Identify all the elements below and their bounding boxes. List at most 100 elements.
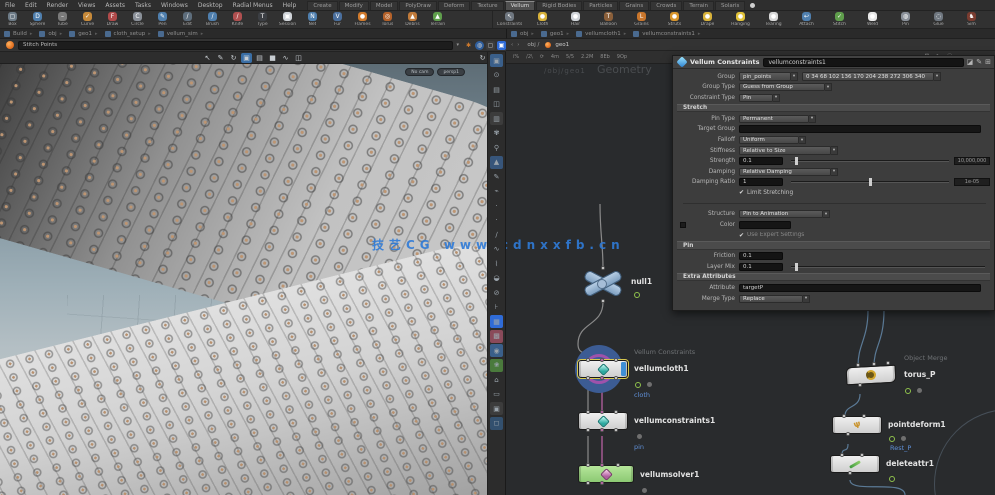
network-menu-item[interactable]: 5/5 [566,54,574,60]
viewport-option-icon[interactable]: · [490,214,503,227]
camera-pill[interactable]: persp1 [437,68,465,76]
scene-viewport[interactable]: No campersp1 [0,64,487,495]
menu-item[interactable]: Assets [100,2,130,9]
viewport-tool-icon[interactable]: ∿ [280,53,291,63]
network-menu-item[interactable]: ⟳ [540,54,544,60]
shelf-tab[interactable]: Vellum [505,1,536,10]
shelf-tool[interactable]: ▲ Terrain [425,12,450,27]
shelf-tool[interactable]: ✓ Stitch [823,12,856,27]
slider-track[interactable] [791,266,985,268]
dropdown[interactable]: Permanent [739,115,809,123]
viewport-option-icon[interactable]: ▣ [490,54,503,67]
dropdown-arrow-icon[interactable]: ▾ [934,72,941,80]
node-deleteattr1[interactable]: deleteattr1 [830,455,880,473]
shelf-tool[interactable]: T Type [250,12,275,27]
shelf-tool[interactable]: T Balloon [592,12,625,27]
viewport-tool-icon[interactable]: ■ [267,53,278,63]
box-icon[interactable]: ▢ [486,41,495,50]
viewport-option-icon[interactable]: ⊦ [490,301,503,314]
shelf-tab[interactable]: Modify [339,1,369,10]
viewport-option-icon[interactable]: ▥ [490,112,503,125]
shelf-tool[interactable]: D Sphere [25,12,50,27]
breadcrumb-item[interactable]: Build [13,31,27,37]
viewport-option-icon[interactable]: ∿ [490,243,503,256]
network-menu-item[interactable]: 4m [551,54,559,60]
shelf-tab[interactable]: Terrain [683,1,714,10]
shelf-tool[interactable]: ▢ Box [0,12,25,27]
dropdown[interactable]: Relative Damping [739,168,831,176]
node-vellumsolver1[interactable]: vellumsolver1 [578,465,634,483]
dropdown-arrow-icon[interactable]: ▾ [809,115,816,123]
shelf-tool[interactable]: ↩ Attach [790,12,823,27]
shelf-tool[interactable]: L Grains [625,12,658,27]
shelf-tool[interactable]: N Net [300,12,325,27]
node-body[interactable] [830,455,880,473]
dropdown[interactable]: Relative to Size [739,146,831,154]
viewport-option-icon[interactable]: ⚲ [490,141,503,154]
shelf-tab[interactable]: Rigid Bodies [536,1,582,10]
node-torus-p[interactable]: Object Merge torus_P [846,366,896,384]
dropdown[interactable]: Pin to Animation [739,210,823,218]
paw-icon[interactable]: ✱ [464,41,473,50]
shelf-tab[interactable]: Texture [471,1,503,10]
viewport-option-icon[interactable]: ✎ [490,170,503,183]
menu-item[interactable]: Desktop [193,2,228,9]
viewport-tool-icon[interactable]: ✎ [215,53,226,63]
menu-item[interactable]: Help [278,2,302,9]
shelf-tool[interactable]: – Tube [50,12,75,27]
node-name-field[interactable]: vellumconstraints1 [763,58,963,67]
dropdown-arrow-icon[interactable]: ▾ [773,94,780,102]
dropdown[interactable]: Pin [739,94,773,102]
menu-item[interactable]: Edit [20,2,42,9]
dropdown[interactable]: Uniform [739,136,799,144]
network-path-current[interactable]: geo1 [555,42,569,48]
nav-forward-icon[interactable]: › [517,42,519,48]
display-badge[interactable] [905,388,911,394]
network-menu-item[interactable]: 8Eb [600,54,610,60]
slider-handle[interactable] [795,157,798,165]
menu-item[interactable]: Views [73,2,100,9]
display-badge[interactable] [635,382,641,388]
viewport-option-icon[interactable]: ◻ [490,417,503,430]
text-field[interactable]: targetP [739,284,981,292]
panel-toggle-icon[interactable]: ▣ [497,41,506,50]
viewport-option-icon[interactable]: ▩ [490,330,503,343]
viewport-option-icon[interactable]: ⊘ [490,286,503,299]
dropdown-secondary[interactable]: 0 34 68 102 136 170 204 238 272 306 340 [802,72,934,80]
parameter-header-icon[interactable]: ⊞ [985,58,991,66]
dropdown-arrow-icon[interactable]: ▾ [825,83,832,91]
text-field[interactable] [739,125,981,133]
breadcrumb-item[interactable]: cloth_setup [114,31,146,37]
viewport-option-icon[interactable]: ◉ [490,344,503,357]
viewport-option-icon[interactable]: ◒ [490,272,503,285]
shelf-tool[interactable]: V Fur [325,12,350,27]
section-header[interactable]: Stretch [677,104,990,113]
dropdown-arrow-icon[interactable]: ▾ [791,72,798,80]
shelf-tool[interactable]: ● Struts [658,12,691,27]
current-tool-field[interactable]: Stitch Points [18,41,453,50]
menu-item[interactable]: Radial Menus [228,2,278,9]
breadcrumb-item[interactable]: vellumcloth1 [585,31,621,37]
network-menu-item[interactable]: i% [513,54,519,60]
shelf-tab[interactable]: Deform [438,1,470,10]
viewport-option-icon[interactable]: ⊙ [490,69,503,82]
shelf-tool[interactable]: F Draw [100,12,125,27]
shelf-tool[interactable]: ● Tearing [757,12,790,27]
shelf-tool[interactable]: ● Flames [350,12,375,27]
viewport-tool-icon[interactable]: ◫ [293,53,304,63]
shelf-tool[interactable]: ● Drape [691,12,724,27]
shelf-tool[interactable]: / Edit [175,12,200,27]
shelf-tab[interactable]: Model [370,1,399,10]
breadcrumb-item[interactable]: obj [48,31,56,37]
lock-badge[interactable] [917,388,922,393]
viewport-option-icon[interactable]: ✾ [490,127,503,140]
viewport-tool-icon[interactable]: ↖ [202,53,213,63]
shelf-tool[interactable]: ● Hair [559,12,592,27]
viewport-option-icon[interactable]: ▤ [490,83,503,96]
shelf-tool[interactable]: ♞ Sim [955,12,988,27]
parameter-header-icon[interactable]: ✎ [976,58,982,66]
viewport-option-icon[interactable]: ⌇ [490,257,503,270]
value-field[interactable]: 0.1 [739,263,783,271]
shelf-tool[interactable]: C Circle [125,12,150,27]
viewport-option-icon[interactable]: ▭ [490,388,503,401]
